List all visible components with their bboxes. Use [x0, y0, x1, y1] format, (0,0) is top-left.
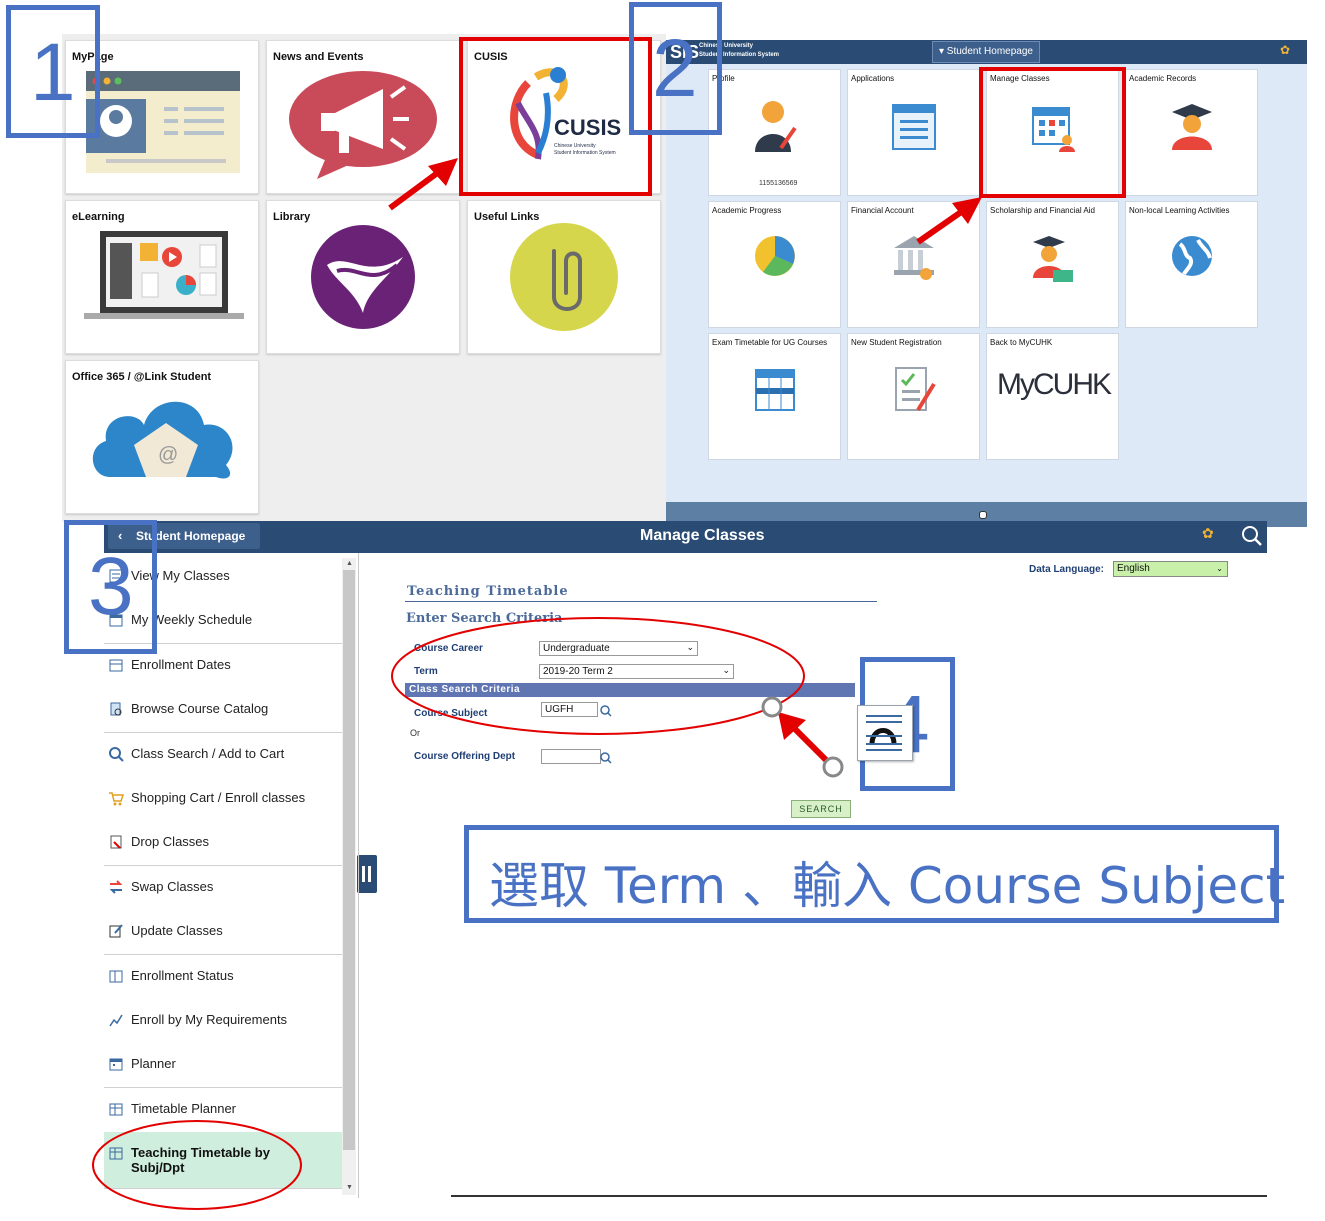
step3-number: 3	[88, 541, 134, 632]
page-icon	[857, 705, 913, 761]
arrow-to-fields	[791, 725, 829, 763]
arrow-to-manage-classes	[916, 207, 966, 245]
instruction-caption-box: 選取 Term 、輸入 Course Subject	[464, 825, 1285, 923]
arrow-head	[952, 197, 982, 224]
handle-circle	[761, 696, 783, 718]
arrow-head	[428, 158, 458, 186]
instruction-caption: 選取 Term 、輸入 Course Subject	[489, 857, 1286, 915]
document-icon	[866, 715, 902, 751]
teaching-timetable-ellipse	[92, 1120, 302, 1210]
step1-number: 1	[30, 27, 76, 118]
search-fields-ellipse	[391, 617, 805, 735]
arrow-to-cusis	[388, 168, 442, 211]
step2-number: 2	[652, 23, 698, 114]
handle-circle	[822, 756, 844, 778]
annotation-arrows	[92, 158, 982, 1210]
